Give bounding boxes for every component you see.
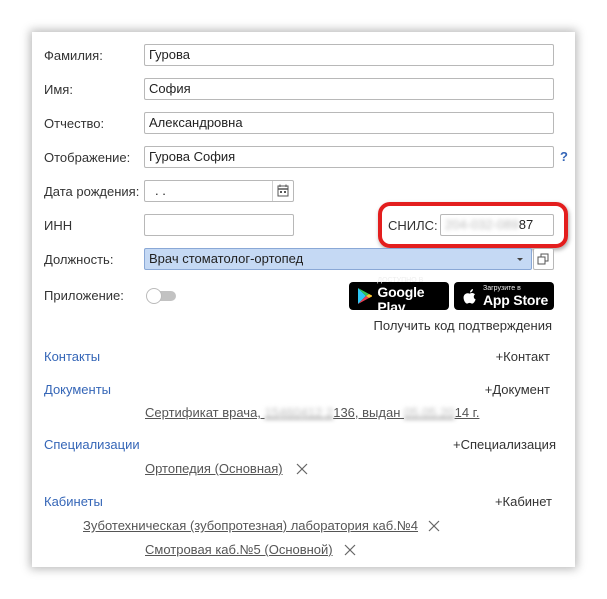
cabinets-section-link[interactable]: Кабинеты	[44, 494, 103, 510]
surname-field[interactable]: Гурова	[144, 44, 554, 66]
position-select[interactable]: Врач стоматолог-ортопед	[144, 248, 532, 270]
display-name-field[interactable]: Гурова София	[144, 146, 554, 168]
app-label: Приложение:	[44, 288, 124, 303]
cabinet-item-link[interactable]: Зуботехническая (зубопротезная) лаборато…	[83, 518, 418, 534]
employee-form-card: Фамилия: Гурова Имя: София Отчество: Але…	[32, 32, 575, 567]
app-store-big-text: App Store	[483, 291, 549, 308]
chevron-down-icon	[517, 258, 523, 261]
get-code-link[interactable]: Получить код подтверждения	[332, 318, 552, 334]
snils-field[interactable]: 204-032-08987	[440, 214, 554, 236]
google-play-icon	[358, 288, 373, 304]
display-name-label: Отображение:	[44, 150, 131, 165]
add-cabinet-button[interactable]: +Кабинет	[432, 494, 552, 510]
inn-label: ИНН	[44, 218, 73, 233]
document-item-hidden-date: 05.05.20	[404, 405, 455, 420]
specializations-section-link[interactable]: Специализации	[44, 437, 140, 453]
add-document-button[interactable]: +Документ	[432, 382, 550, 398]
inn-field[interactable]	[144, 214, 294, 236]
remove-specialization-icon[interactable]	[295, 462, 309, 476]
position-dropdown-button[interactable]	[510, 249, 530, 269]
calendar-icon	[277, 184, 289, 197]
specialization-item-link[interactable]: Ортопедия (Основная)	[145, 461, 283, 477]
snils-visible-digits: 87	[518, 217, 534, 232]
toggle-switch-icon	[146, 288, 176, 304]
name-label: Имя:	[44, 82, 73, 97]
open-form-icon	[537, 253, 549, 265]
add-specialization-button[interactable]: +Специализация	[416, 437, 556, 453]
app-store-badge[interactable]: Загрузите в App Store	[454, 282, 554, 310]
document-item-mid: 136, выдан	[333, 405, 404, 420]
document-item-prefix: Сертификат врача,	[145, 405, 265, 420]
document-item-suffix: 14 г.	[454, 405, 480, 420]
position-label: Должность:	[44, 252, 114, 267]
documents-section-link[interactable]: Документы	[44, 382, 111, 398]
app-toggle[interactable]	[144, 288, 180, 304]
google-play-badge[interactable]: ДОСТУПНО В Google Play	[349, 277, 449, 315]
document-item-hidden-number: 15460412 2	[264, 405, 334, 420]
name-field[interactable]: София	[144, 78, 554, 100]
apple-icon	[463, 289, 476, 304]
help-icon[interactable]: ?	[560, 149, 568, 164]
open-position-button[interactable]	[533, 248, 554, 270]
patronymic-field[interactable]: Александровна	[144, 112, 554, 134]
remove-cabinet-icon[interactable]	[427, 519, 441, 533]
cabinet-item-link[interactable]: Смотровая каб.№5 (Основной)	[145, 542, 333, 558]
contacts-section-link[interactable]: Контакты	[44, 349, 100, 365]
snils-label: СНИЛС:	[388, 218, 438, 233]
add-contact-button[interactable]: +Контакт	[432, 349, 550, 365]
remove-cabinet-icon[interactable]	[343, 543, 357, 557]
google-play-big-text: Google Play	[377, 284, 425, 315]
snils-hidden-digits: 204-032-089	[445, 217, 519, 232]
calendar-button[interactable]	[272, 181, 293, 201]
birthdate-label: Дата рождения:	[44, 184, 140, 199]
document-item-link[interactable]: Сертификат врача, 15460412 2136, выдан 0…	[145, 405, 479, 421]
surname-label: Фамилия:	[44, 48, 103, 63]
patronymic-label: Отчество:	[44, 116, 105, 131]
